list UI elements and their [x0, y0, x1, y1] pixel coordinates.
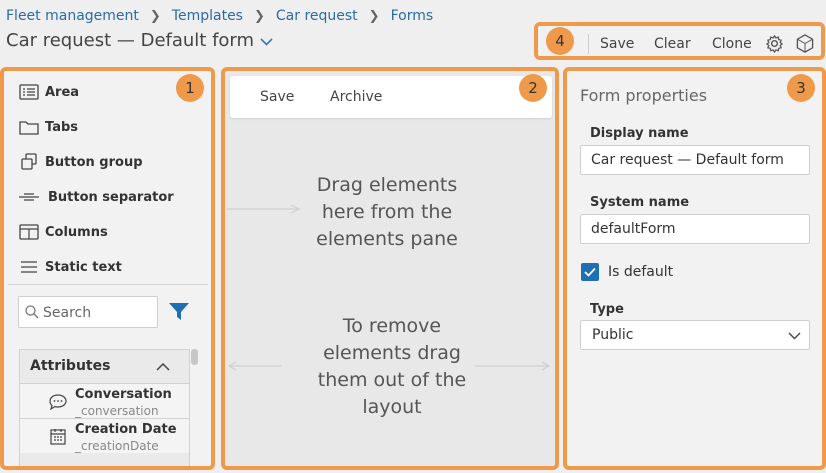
element-label: Static text — [45, 259, 122, 275]
badge-4: 4 — [546, 27, 574, 55]
button-group-icon — [18, 153, 40, 171]
is-default-label: Is default — [608, 264, 674, 280]
chevron-up-icon[interactable] — [156, 362, 170, 371]
attribute-system-name: _conversation — [75, 404, 159, 418]
display-name-field[interactable]: Car request — Default form — [580, 145, 810, 175]
elements-pane: Area Tabs Button group Button separator … — [0, 67, 215, 470]
drag-hint: Drag elements here from the elements pan… — [287, 172, 487, 253]
element-label: Button group — [45, 154, 143, 170]
breadcrumb: Fleet management ❯ Templates ❯ Car reque… — [6, 8, 433, 24]
gear-icon[interactable] — [765, 34, 784, 53]
badge-1: 1 — [176, 74, 204, 102]
remove-hint-line: layout — [362, 396, 422, 418]
drag-in-arrow-icon — [227, 204, 301, 214]
layout-pane: Save Archive Drag elements here from the… — [221, 67, 559, 470]
chevron-down-icon — [260, 37, 273, 46]
element-label: Area — [45, 84, 80, 100]
breadcrumb-separator-icon: ❯ — [149, 8, 161, 24]
element-columns[interactable]: Columns — [18, 223, 108, 241]
remove-hint-line: To remove — [342, 315, 442, 337]
drag-hint-line: here from the — [321, 201, 453, 223]
search-icon — [25, 305, 39, 319]
element-button-group[interactable]: Button group — [18, 153, 143, 171]
attributes-title: Attributes — [30, 358, 111, 374]
attributes-scrollbar[interactable] — [191, 349, 198, 365]
drag-out-left-arrow-icon — [227, 361, 282, 371]
drag-hint-line: Drag elements — [316, 174, 458, 196]
system-name-label: System name — [590, 195, 690, 210]
chat-bubble-icon — [49, 394, 67, 410]
chevron-down-icon — [788, 332, 801, 340]
layout-save-button[interactable]: Save — [260, 89, 294, 105]
remove-hint: To remove elements drag them out of the … — [287, 313, 497, 421]
properties-pane: Form properties Display name Car request… — [563, 67, 826, 470]
search-placeholder: Search — [43, 305, 92, 321]
checkmark-icon — [584, 267, 596, 277]
save-button[interactable]: Save — [600, 36, 634, 52]
preview-icon[interactable] — [795, 34, 815, 53]
form-layout-toolbar: Save Archive — [230, 76, 552, 118]
static-text-icon — [18, 258, 40, 276]
clone-button[interactable]: Clone — [712, 36, 752, 52]
form-toolbar: 4 Save Clear Clone — [534, 22, 825, 60]
breadcrumb-forms[interactable]: Forms — [391, 8, 434, 24]
drag-hint-line: elements pane — [316, 228, 458, 250]
attribute-item-creation-date[interactable]: Creation Date _creationDate — [20, 418, 189, 453]
remove-hint-line: elements drag — [323, 342, 461, 364]
element-static-text[interactable]: Static text — [18, 258, 122, 276]
breadcrumb-separator-icon: ❯ — [253, 8, 265, 24]
type-select-value: Public — [592, 327, 634, 343]
badge-2: 2 — [519, 74, 547, 102]
breadcrumb-car-request[interactable]: Car request — [276, 8, 358, 24]
element-tabs[interactable]: Tabs — [18, 118, 78, 136]
pane-divider — [8, 284, 208, 285]
calendar-icon — [50, 429, 66, 445]
type-label: Type — [590, 302, 624, 317]
search-input[interactable]: Search — [18, 296, 158, 328]
toolbar-divider — [588, 34, 589, 54]
tabs-icon — [18, 118, 40, 136]
attributes-header[interactable]: Attributes — [20, 350, 189, 383]
drag-out-right-arrow-icon — [475, 361, 551, 371]
breadcrumb-templates[interactable]: Templates — [172, 8, 243, 24]
element-area[interactable]: Area — [18, 83, 79, 101]
attributes-list: Attributes Conversation _conversation Cr… — [19, 349, 190, 466]
type-select[interactable]: Public — [580, 320, 810, 350]
clear-button[interactable]: Clear — [654, 36, 691, 52]
page-title: Car request — Default form — [6, 30, 255, 51]
archive-button[interactable]: Archive — [330, 89, 382, 105]
area-icon — [18, 83, 40, 101]
is-default-checkbox[interactable] — [581, 263, 599, 281]
element-label: Columns — [45, 224, 108, 240]
filter-icon[interactable] — [168, 302, 190, 322]
attribute-system-name: _creationDate — [75, 439, 159, 453]
system-name-field[interactable]: defaultForm — [580, 214, 810, 244]
breadcrumb-separator-icon: ❯ — [368, 8, 380, 24]
attribute-name: Creation Date — [75, 422, 177, 437]
button-separator-icon — [18, 188, 40, 206]
badge-3: 3 — [787, 74, 815, 102]
form-selector[interactable]: Car request — Default form — [6, 30, 273, 51]
columns-icon — [18, 223, 40, 241]
breadcrumb-fleet-management[interactable]: Fleet management — [6, 8, 139, 24]
attribute-item-conversation[interactable]: Conversation _conversation — [20, 383, 189, 418]
properties-title: Form properties — [580, 86, 708, 105]
element-button-separator[interactable]: Button separator — [18, 188, 174, 206]
remove-hint-line: them out of the — [317, 369, 467, 391]
element-label: Tabs — [45, 119, 79, 135]
attribute-name: Conversation — [75, 387, 172, 402]
element-label: Button separator — [48, 189, 174, 205]
display-name-label: Display name — [590, 126, 689, 141]
